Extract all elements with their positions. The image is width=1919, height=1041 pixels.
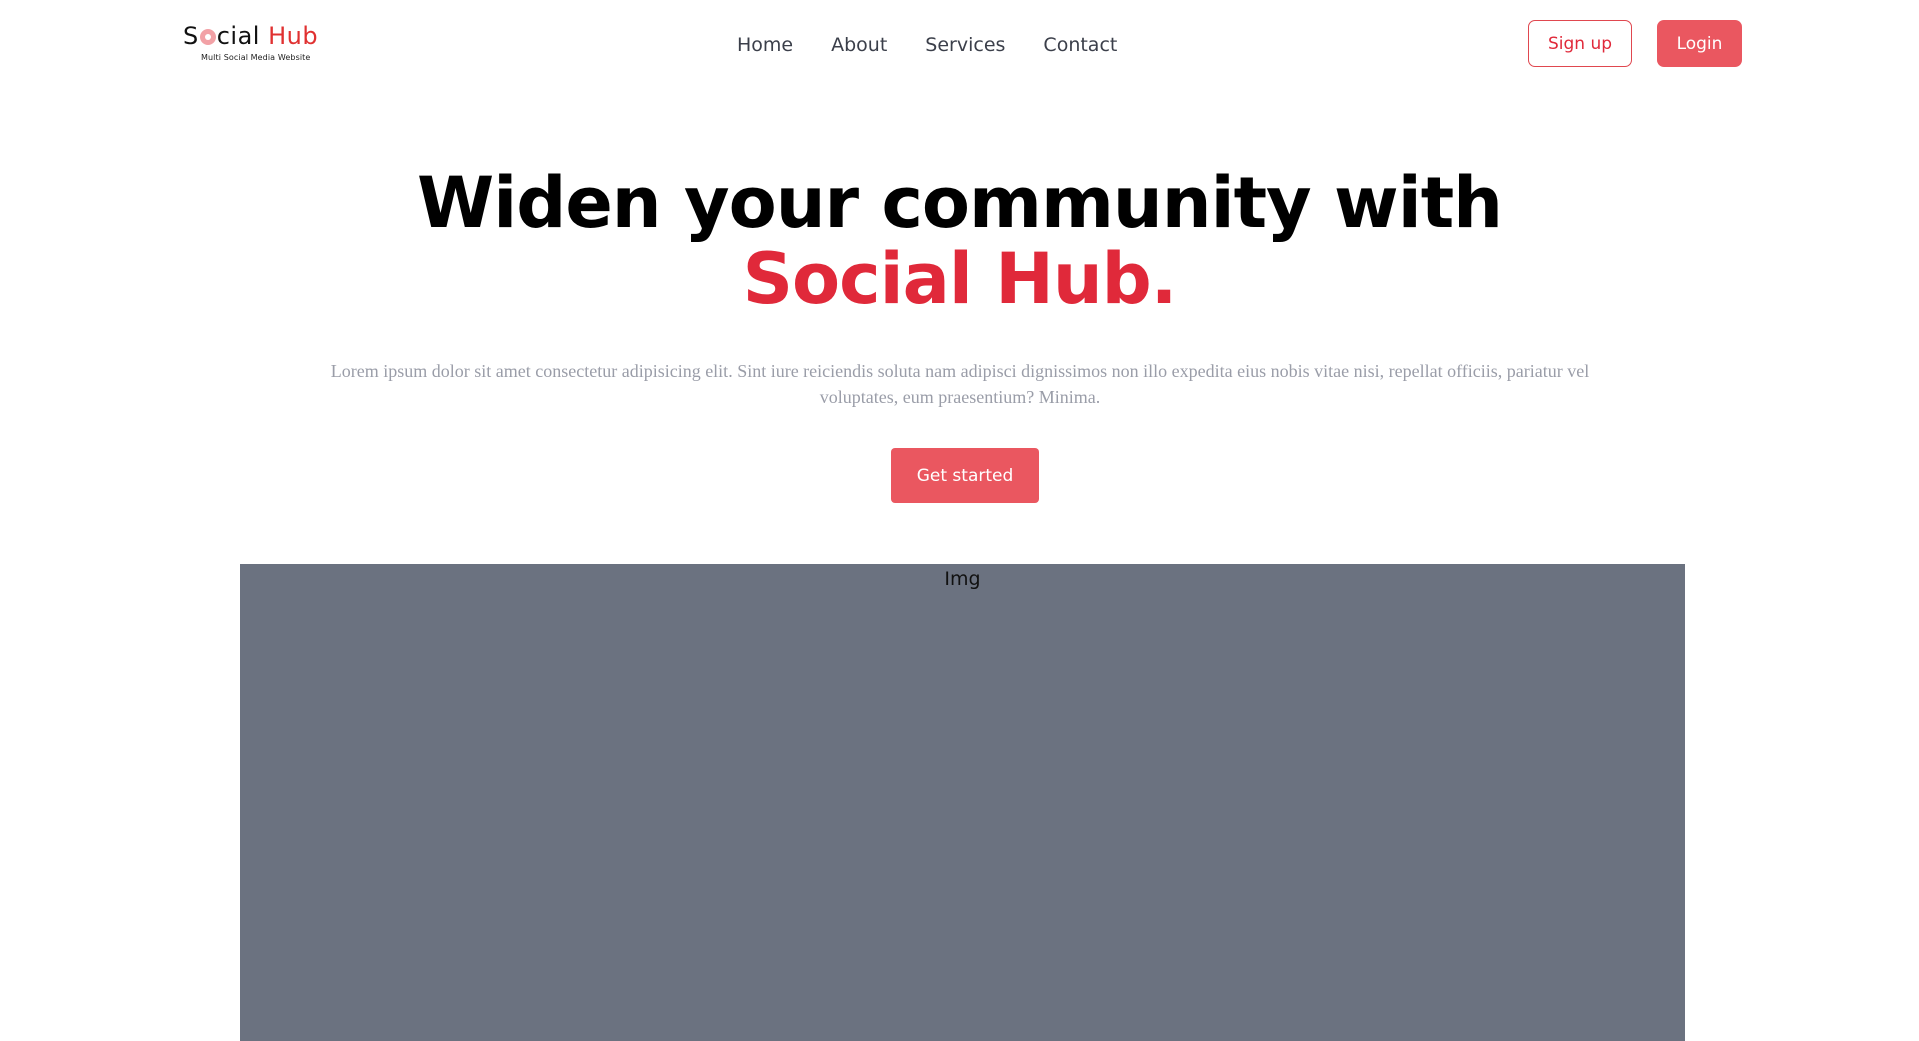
hero-description: Lorem ipsum dolor sit amet consectetur a… bbox=[330, 361, 1590, 407]
login-button[interactable]: Login bbox=[1657, 20, 1742, 67]
hero-image-placeholder: Img bbox=[240, 564, 1685, 1041]
logo-text-part2: cial bbox=[216, 22, 260, 50]
logo-text-part1: S bbox=[183, 22, 199, 50]
image-placeholder-label: Img bbox=[944, 568, 981, 590]
landing-page: Scial Hub Multi Social Media Website Hom… bbox=[0, 0, 1919, 1041]
get-started-button[interactable]: Get started bbox=[891, 448, 1039, 503]
nav-link-home[interactable]: Home bbox=[737, 30, 793, 60]
site-logo[interactable]: Scial Hub Multi Social Media Website bbox=[183, 22, 323, 66]
nav-link-about[interactable]: About bbox=[831, 30, 887, 60]
nav-link-contact[interactable]: Contact bbox=[1043, 30, 1117, 60]
hero-title-line1: Widen your community with bbox=[417, 162, 1503, 244]
nav-link-services[interactable]: Services bbox=[925, 30, 1005, 60]
logo-tagline: Multi Social Media Website bbox=[201, 53, 311, 62]
logo-text-accent: Hub bbox=[268, 22, 319, 50]
logo-wordmark: Scial Hub bbox=[183, 22, 318, 50]
site-header: Scial Hub Multi Social Media Website Hom… bbox=[0, 0, 1919, 88]
hero-title-accent: Social Hub. bbox=[742, 238, 1178, 320]
hero-title: Widen your community with Social Hub. bbox=[0, 165, 1919, 317]
main-nav: Home About Services Contact bbox=[737, 30, 1155, 60]
logo-circle-icon bbox=[199, 29, 216, 45]
sign-up-button[interactable]: Sign up bbox=[1528, 20, 1632, 67]
